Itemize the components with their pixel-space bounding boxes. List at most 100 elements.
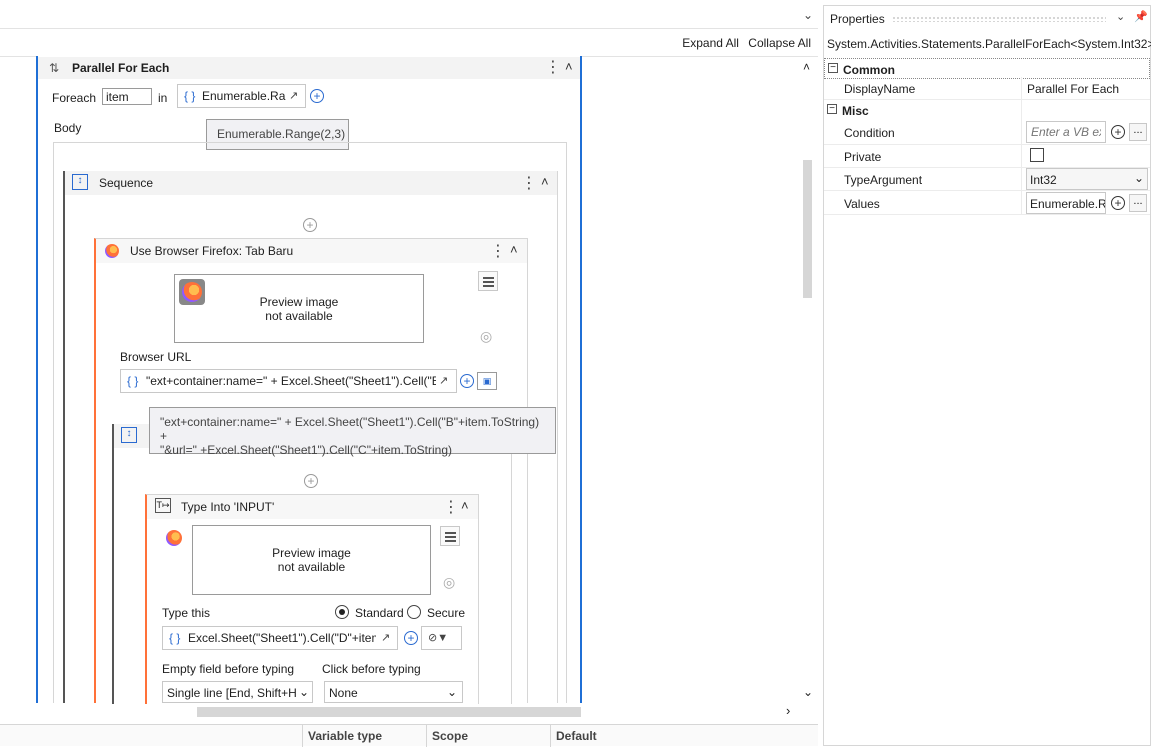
empty-field-label: Empty field before typing <box>162 662 295 676</box>
column-default[interactable]: Default <box>550 725 798 747</box>
type-into-preview-image[interactable]: Preview image not available <box>192 525 431 595</box>
vertical-scrollbar[interactable]: ˄ ⌄ <box>798 57 818 703</box>
browser-url-field[interactable]: { } "ext+container:name=" + Excel.Sheet(… <box>120 369 457 393</box>
standard-label: Standard <box>355 606 404 620</box>
preview-text-line1: Preview image <box>272 546 351 560</box>
add-argument-icon[interactable]: + <box>460 374 474 388</box>
horizontal-scroll-thumb[interactable] <box>197 707 581 717</box>
expand-all-button[interactable]: Expand All <box>682 36 739 50</box>
parallel-for-each-activity[interactable]: ⇅ Parallel For Each ⋮ ˄ Foreach item in … <box>36 56 582 704</box>
url-tooltip-line2: "&url=" +Excel.Sheet("Sheet1").Cell("C"+… <box>160 443 453 457</box>
property-row-values[interactable]: Values Enumerable.R + ... <box>824 191 1150 215</box>
type-this-label: Type this <box>162 606 211 620</box>
target-icon[interactable]: ◎ <box>443 574 455 591</box>
type-into-activity[interactable]: T↦ Type Into 'INPUT' ⋮ ˄ Preview image n… <box>145 494 479 704</box>
condition-input[interactable] <box>1026 121 1106 143</box>
more-options-icon[interactable]: ⋮ <box>545 57 561 77</box>
collapse-box-icon[interactable]: − <box>828 63 838 73</box>
property-row-typeargument[interactable]: TypeArgument Int32 ⌄ <box>824 168 1150 191</box>
parallel-for-each-header[interactable]: ⇅ Parallel For Each ⋮ ˄ <box>38 57 580 79</box>
target-icon[interactable]: ◎ <box>480 328 492 345</box>
activity-menu-icon[interactable] <box>440 526 460 546</box>
more-options-icon[interactable]: ⋮ <box>490 241 506 261</box>
browser-preview-image[interactable]: Preview image not available <box>174 274 424 343</box>
add-activity-icon[interactable]: + <box>304 474 318 488</box>
standard-radio[interactable] <box>335 605 349 619</box>
more-options-icon[interactable]: ⋮ <box>521 173 537 193</box>
secure-radio[interactable] <box>407 605 421 619</box>
browser-window-icon[interactable]: ▣ <box>477 372 497 390</box>
scroll-down-icon[interactable]: ⌄ <box>803 685 813 699</box>
parallel-for-each-icon: ⇅ <box>49 61 60 75</box>
chevron-down-icon[interactable]: ⌄ <box>803 8 813 22</box>
expand-editor-icon[interactable]: ↗ <box>289 89 298 102</box>
click-before-select[interactable]: None ⌄ <box>324 681 463 703</box>
scroll-right-icon[interactable]: › <box>786 703 790 718</box>
use-browser-header[interactable]: Use Browser Firefox: Tab Baru ⋮ ˄ <box>96 239 527 263</box>
expression-braces-icon: { } <box>169 631 181 645</box>
click-before-value: None <box>329 686 358 700</box>
in-label: in <box>158 91 168 105</box>
browser-url-text: "ext+container:name=" + Excel.Sheet("She… <box>146 374 436 388</box>
property-row-private[interactable]: Private <box>824 145 1150 168</box>
hide-text-icon[interactable]: ⊘▼ <box>421 626 462 650</box>
parallel-for-each-title: Parallel For Each <box>72 61 170 75</box>
values-expression-field[interactable]: { } Enumerable.Ra ↗ <box>177 84 306 108</box>
properties-type-name: System.Activities.Statements.ParallelFor… <box>827 37 1151 51</box>
property-label: Condition <box>844 126 895 140</box>
browser-url-label: Browser URL <box>120 350 192 364</box>
collapse-box-icon[interactable]: − <box>827 104 837 114</box>
expand-editor-icon[interactable]: ↗ <box>381 631 390 644</box>
more-options-icon[interactable]: ⋮ <box>443 497 459 517</box>
chevron-down-icon[interactable]: ⌄ <box>1116 10 1125 23</box>
category-common-label: Common <box>843 63 895 77</box>
property-row-condition[interactable]: Condition + ... <box>824 119 1150 145</box>
pin-icon[interactable]: 📌 <box>1134 10 1148 23</box>
type-this-text: Excel.Sheet("Sheet1").Cell("D"+item <box>188 631 376 645</box>
type-into-header[interactable]: T↦ Type Into 'INPUT' ⋮ ˄ <box>147 495 478 519</box>
collapse-icon[interactable]: ˄ <box>565 59 573 74</box>
type-into-icon: T↦ <box>155 498 171 513</box>
category-common[interactable]: − Common <box>824 58 1150 79</box>
workflow-designer: ⌄ Expand All Collapse All ⇅ Parallel For… <box>0 0 818 747</box>
vertical-scroll-thumb[interactable] <box>803 160 812 298</box>
column-scope[interactable]: Scope <box>426 725 550 747</box>
sequence-activity[interactable]: ↕ Sequence ⋮ ˄ + Use Browser Firefox: Ta… <box>63 171 558 704</box>
secure-label: Secure <box>427 606 466 620</box>
category-misc[interactable]: − Misc <box>824 100 1150 121</box>
collapse-all-button[interactable]: Collapse All <box>748 36 811 50</box>
add-argument-icon[interactable]: + <box>404 631 418 645</box>
empty-field-select[interactable]: Single line [End, Shift+H ⌄ <box>162 681 313 703</box>
ellipsis-button[interactable]: ... <box>1129 123 1147 141</box>
foreach-item-input[interactable]: item <box>102 88 152 105</box>
collapse-icon[interactable]: ˄ <box>461 498 469 513</box>
do-sequence-activity[interactable]: ↕ + T↦ Type Into 'INPUT' ⋮ ˄ Preview ima… <box>112 424 512 704</box>
click-before-label: Click before typing <box>322 662 421 676</box>
expand-editor-icon[interactable]: ↗ <box>439 374 448 387</box>
type-argument-select[interactable]: Int32 ⌄ <box>1026 168 1148 190</box>
values-field[interactable]: Enumerable.R <box>1026 192 1106 214</box>
activity-menu-icon[interactable] <box>478 271 498 291</box>
ellipsis-button[interactable]: ... <box>1129 194 1147 212</box>
column-variable-type[interactable]: Variable type <box>302 725 426 747</box>
type-this-field[interactable]: { } Excel.Sheet("Sheet1").Cell("D"+item … <box>162 626 398 650</box>
preview-text-line2: not available <box>265 309 333 323</box>
add-argument-icon[interactable]: + <box>1111 125 1125 139</box>
sequence-icon: ↕ <box>121 427 137 443</box>
panel-grip[interactable] <box>892 16 1106 22</box>
property-row-displayname[interactable]: DisplayName Parallel For Each <box>824 77 1150 100</box>
sequence-header[interactable]: ↕ Sequence ⋮ ˄ <box>65 171 557 195</box>
browser-url-tooltip: "ext+container:name=" + Excel.Sheet("She… <box>149 407 556 457</box>
private-checkbox[interactable] <box>1030 148 1044 162</box>
add-argument-icon[interactable]: + <box>310 89 324 103</box>
chevron-down-icon: ⌄ <box>447 685 458 699</box>
add-activity-icon[interactable]: + <box>303 218 317 232</box>
use-browser-activity[interactable]: Use Browser Firefox: Tab Baru ⋮ ˄ Previe… <box>94 238 556 704</box>
chevron-down-icon: ⌄ <box>299 685 310 699</box>
scroll-up-icon[interactable]: ˄ <box>803 60 810 74</box>
collapse-icon[interactable]: ˄ <box>541 174 549 189</box>
foreach-label: Foreach <box>52 91 97 105</box>
add-argument-icon[interactable]: + <box>1111 196 1125 210</box>
property-value[interactable]: Parallel For Each <box>1027 82 1119 96</box>
collapse-icon[interactable]: ˄ <box>510 242 518 257</box>
